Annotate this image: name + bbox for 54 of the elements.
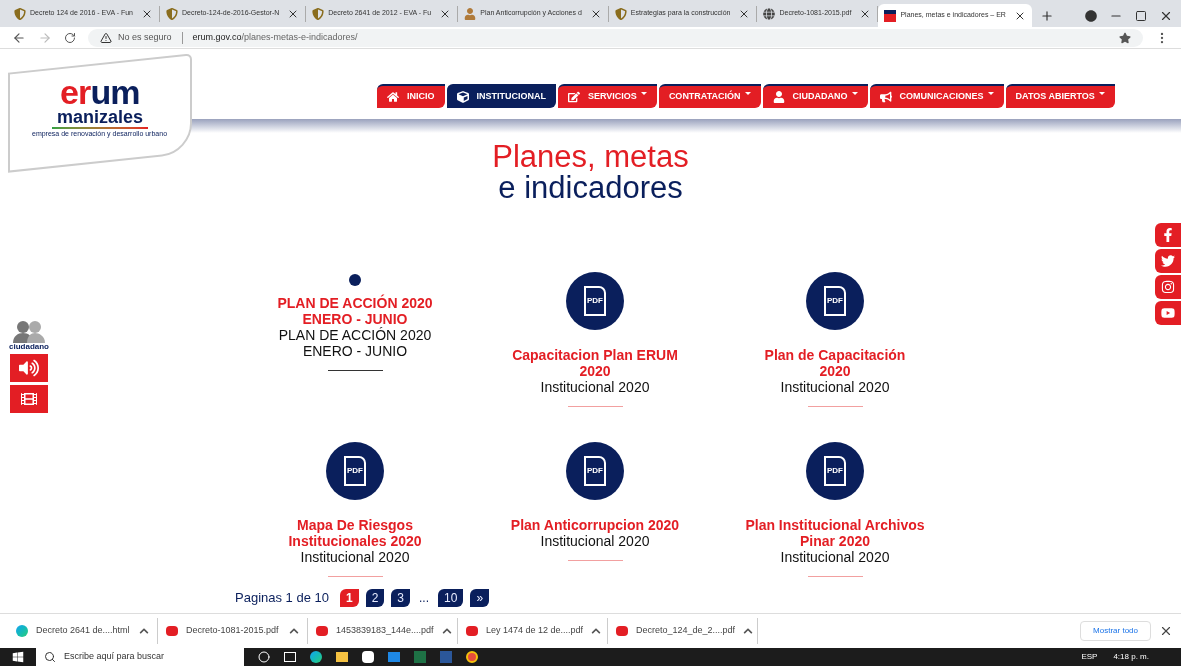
pdf-label: PDF <box>584 286 606 316</box>
page-button[interactable]: » <box>470 588 490 607</box>
card-subtitle: PLAN DE ACCIÓN 2020 ENERO - JUNIO <box>278 327 432 359</box>
search-placeholder: Escribe aquí para buscar <box>64 650 165 664</box>
download-name: Decreto-1081-2015.pdf <box>186 624 280 638</box>
menu-tab[interactable]: DATOS ABIERTOS <box>1005 84 1115 108</box>
accessibility-label: ciudadano <box>9 342 49 351</box>
page-title: Planes, metas <box>492 141 689 172</box>
download-name: Decreto_124_de_2....pdf <box>636 624 736 638</box>
download-item[interactable]: Decreto_124_de_2....pdf <box>608 618 758 644</box>
menu-tab[interactable]: INICIO <box>377 84 445 108</box>
page-button[interactable]: 10 <box>438 588 464 607</box>
pagination-summary: Paginas 1 de 10 <box>235 589 329 607</box>
url-text: erum.gov.co/planes-metas-e-indicadores/ <box>192 30 358 44</box>
download-name: Ley 1474 de 12 de....pdf <box>486 624 584 638</box>
download-item[interactable]: 1453839183_144e....pdf <box>308 618 458 644</box>
menu-tab[interactable]: CIUDADANO <box>762 84 868 108</box>
show-all-button[interactable]: Mostrar todo <box>1080 621 1151 641</box>
clock: 4:18 p. m. <box>1113 651 1149 663</box>
taskbar-search-field[interactable]: Escribe aquí para buscar <box>36 648 244 666</box>
page-button[interactable]: 2 <box>365 588 385 607</box>
menu-tab[interactable]: INSTITUCIONAL <box>446 84 556 108</box>
pdf-label: PDF <box>584 456 606 486</box>
download-name: Decreto 2641 de....html <box>36 624 131 638</box>
download-item[interactable]: Decreto 2641 de....html <box>8 618 158 644</box>
security-label: No es seguro <box>118 30 172 44</box>
download-item[interactable]: Decreto-1081-2015.pdf <box>158 618 308 644</box>
card-title[interactable]: Plan Institucional Archivos Pinar 2020 <box>745 517 925 549</box>
page-button[interactable]: 3 <box>391 588 411 607</box>
pdf-label: PDF <box>344 456 366 486</box>
menu-tab[interactable]: COMUNICACIONES <box>869 84 1004 108</box>
logo-city: manizales <box>56 107 143 127</box>
card-title[interactable]: Plan de Capacitación 2020 <box>764 347 906 379</box>
download-name: 1453839183_144e....pdf <box>336 624 434 638</box>
pdf-label: PDF <box>824 286 846 316</box>
menu-tab[interactable]: SERVICIOS <box>558 84 657 108</box>
card-subtitle: Institucional 2020 <box>540 533 650 549</box>
card-subtitle: Institucional 2020 <box>300 549 410 565</box>
card-title[interactable]: Capacitacion Plan ERUM 2020 <box>512 347 678 379</box>
card-subtitle: Institucional 2020 <box>780 549 890 565</box>
card-title[interactable]: Plan Anticorrupcion 2020 <box>510 517 680 533</box>
menu-tab[interactable]: CONTRATACIÓN <box>658 84 761 108</box>
pagination-ellipsis: ... <box>418 589 431 607</box>
card-title[interactable]: PLAN DE ACCIÓN 2020 ENERO - JUNIO <box>277 295 433 327</box>
card-title[interactable]: Mapa De Riesgos Institucionales 2020 <box>288 517 422 549</box>
pdf-label: PDF <box>824 456 846 486</box>
logo-wordmark: erum <box>60 77 140 107</box>
download-item[interactable]: Ley 1474 de 12 de....pdf <box>458 618 608 644</box>
card-subtitle: Institucional 2020 <box>780 379 890 395</box>
page-button[interactable]: 1 <box>339 588 359 607</box>
card-subtitle: Institucional 2020 <box>540 379 650 395</box>
address-field[interactable]: No es seguro erum.gov.co/planes-metas-e-indicadores/ <box>88 28 1143 47</box>
page-subtitle: e indicadores <box>498 172 683 203</box>
language-label: ESP <box>1081 651 1098 663</box>
